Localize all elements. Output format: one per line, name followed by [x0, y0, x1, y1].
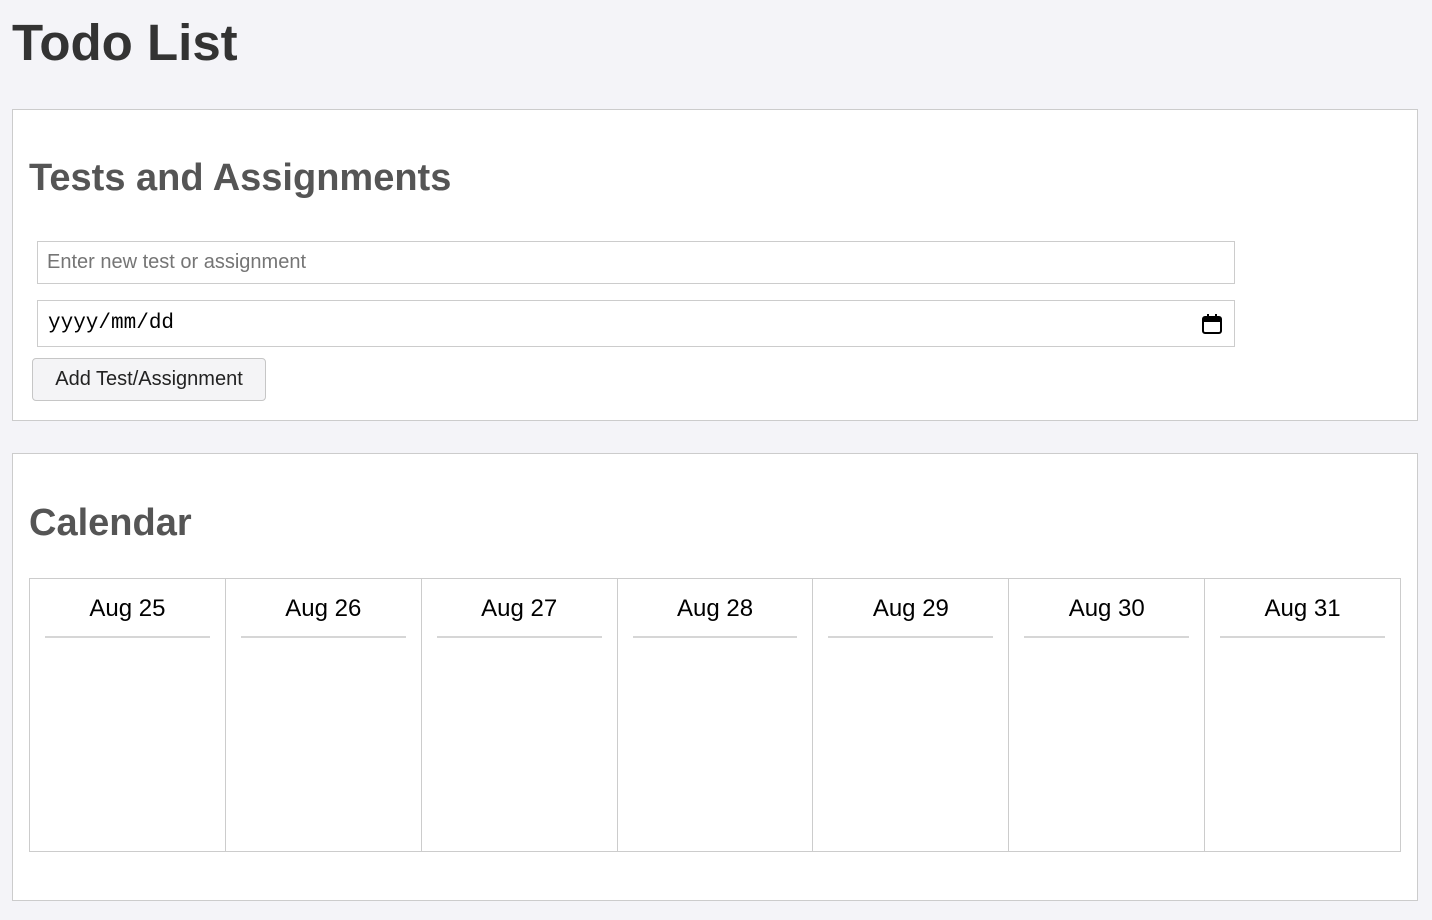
calendar-icon[interactable]	[1201, 313, 1223, 335]
calendar-day-body	[633, 638, 798, 838]
calendar-panel: Calendar Aug 25 Aug 26 Aug 27 Aug 28 Aug…	[12, 453, 1418, 901]
date-input-value: yyyy/mm/dd	[48, 312, 175, 335]
calendar-day-header: Aug 29	[828, 579, 994, 638]
calendar-day-header: Aug 28	[632, 579, 798, 638]
calendar-day-body	[437, 638, 602, 838]
calendar-day-header: Aug 30	[1024, 579, 1190, 638]
calendar-day-column: Aug 29	[813, 578, 1010, 852]
tests-section-title: Tests and Assignments	[29, 157, 452, 199]
calendar-day-body	[241, 638, 406, 838]
new-assignment-input[interactable]	[37, 241, 1235, 284]
calendar-day-header: Aug 27	[436, 579, 602, 638]
due-date-input[interactable]: yyyy/mm/dd	[37, 300, 1235, 347]
tests-assignments-panel: Tests and Assignments yyyy/mm/dd Add Tes…	[12, 109, 1418, 421]
calendar-day-header: Aug 26	[240, 579, 406, 638]
page-title: Todo List	[12, 14, 238, 71]
calendar-day-column: Aug 31	[1205, 578, 1402, 852]
calendar-day-header: Aug 31	[1220, 579, 1386, 638]
calendar-day-body	[1220, 638, 1385, 838]
calendar-day-column: Aug 28	[617, 578, 814, 852]
calendar-day-header: Aug 25	[45, 579, 210, 638]
calendar-day-body	[828, 638, 993, 838]
calendar-day-body	[1024, 638, 1189, 838]
calendar-day-column: Aug 27	[421, 578, 618, 852]
calendar-day-column: Aug 26	[225, 578, 422, 852]
calendar-day-body	[45, 638, 210, 838]
calendar-week-grid: Aug 25 Aug 26 Aug 27 Aug 28 Aug 29 Aug 3…	[29, 578, 1402, 852]
calendar-day-column: Aug 25	[30, 578, 226, 852]
calendar-section-title: Calendar	[29, 502, 192, 544]
add-assignment-button[interactable]: Add Test/Assignment	[32, 358, 266, 401]
calendar-day-column: Aug 30	[1009, 578, 1206, 852]
